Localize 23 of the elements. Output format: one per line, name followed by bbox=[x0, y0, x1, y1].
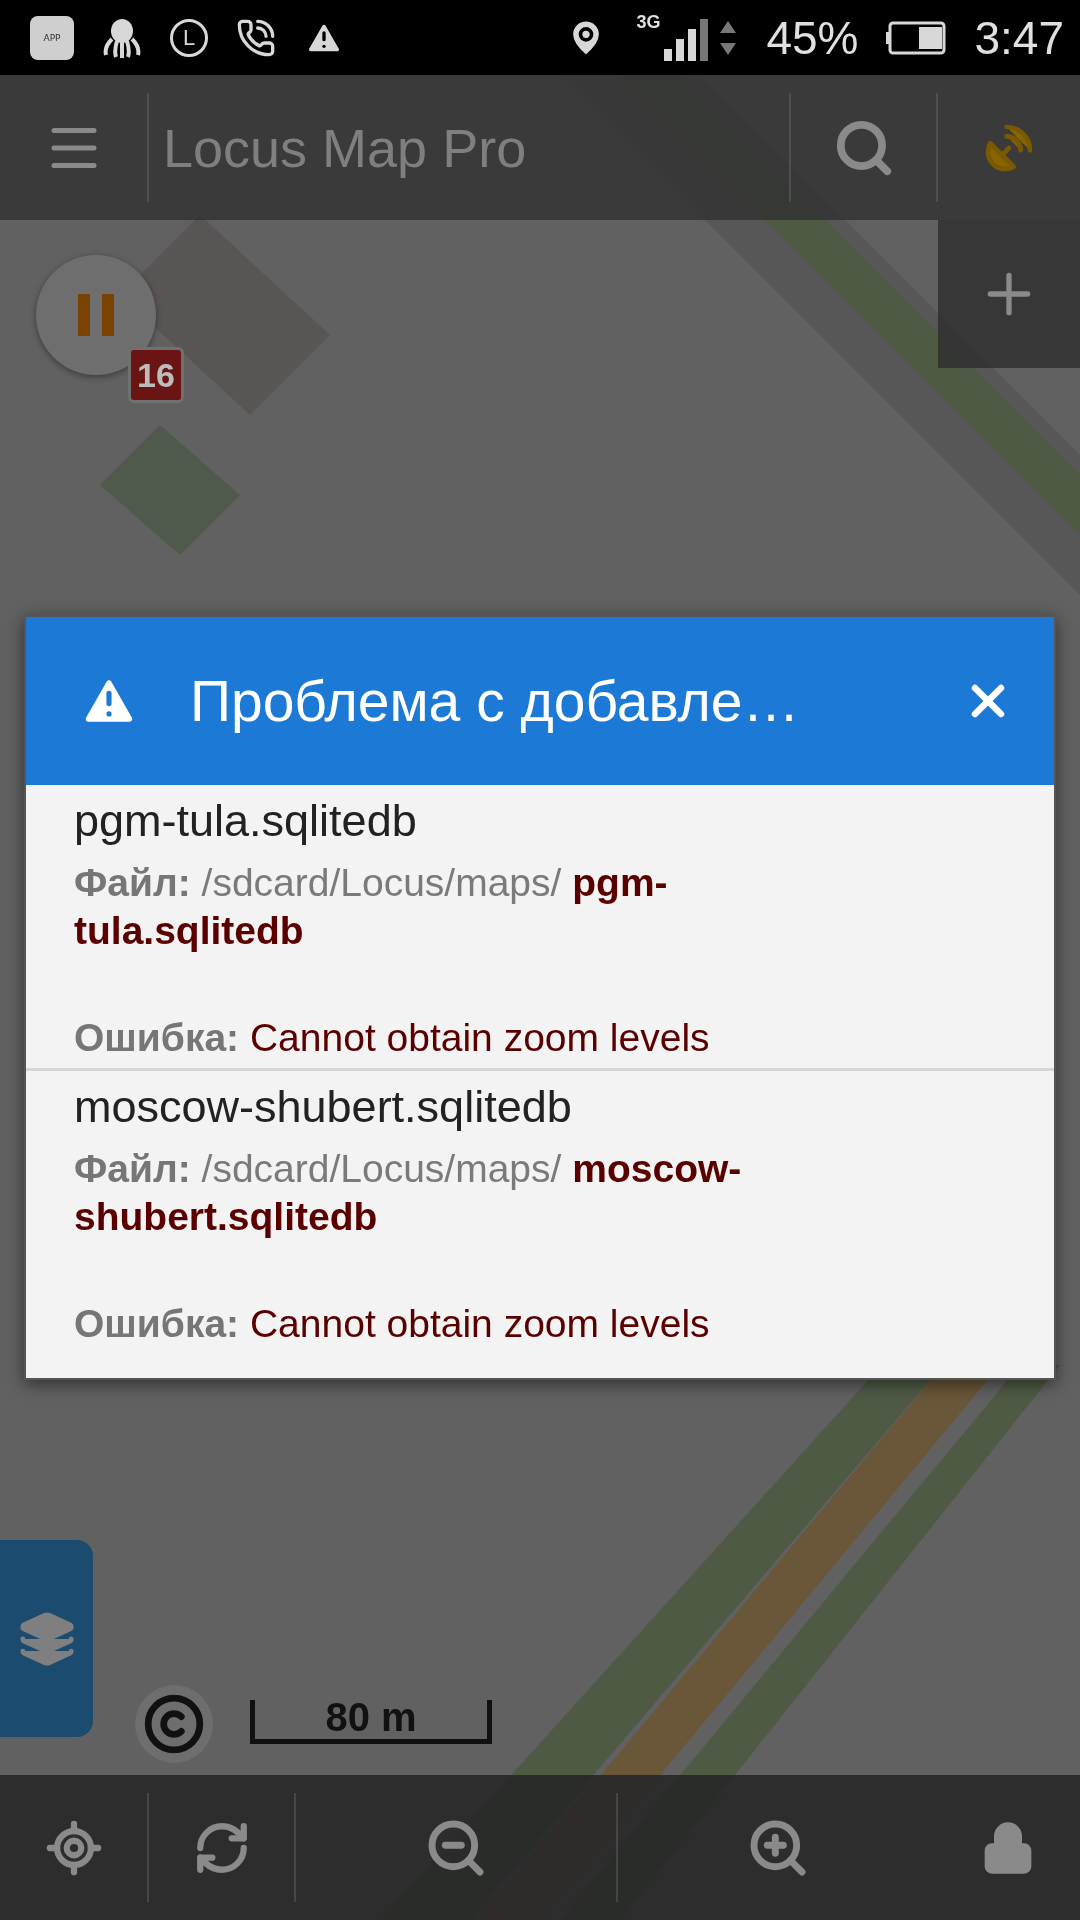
dialog-title: Проблема с добавле… bbox=[189, 668, 801, 734]
phone-icon bbox=[236, 17, 276, 58]
app-icon: APP bbox=[30, 15, 74, 60]
app-title: Locus Map Pro bbox=[162, 116, 528, 179]
crosshair-icon bbox=[44, 1818, 103, 1877]
error-message: Ошибка: Cannot obtain zoom levels bbox=[74, 1016, 711, 1061]
file-path-text: Файл: /sdcard/Locus/maps/ pgm-tula.sqlitedb bbox=[74, 860, 669, 954]
map-file-name: pgm-tula.sqlitedb bbox=[74, 795, 418, 847]
battery-icon bbox=[886, 20, 947, 55]
track-count-badge: 16 bbox=[128, 347, 184, 403]
zoom-in-button[interactable] bbox=[938, 220, 1080, 368]
clock: 3:47 bbox=[974, 10, 1064, 65]
layers-button[interactable] bbox=[0, 1540, 93, 1737]
copyright-icon bbox=[143, 1693, 205, 1755]
battery-percent: 45% bbox=[766, 10, 859, 65]
network-type-label: 3G bbox=[636, 12, 661, 33]
scale-bar: 80 m bbox=[250, 1700, 492, 1744]
l-circle-icon: L bbox=[170, 18, 208, 57]
error-message: Ошибка: Cannot obtain zoom levels bbox=[74, 1302, 711, 1347]
octopus-icon bbox=[102, 16, 142, 59]
map-file-name: moscow-shubert.sqlitedb bbox=[74, 1081, 573, 1134]
layers-icon bbox=[17, 1609, 76, 1668]
file-path-text: Файл: /sdcard/Locus/maps/ moscow-shubert.sqlitedb bbox=[74, 1146, 743, 1240]
